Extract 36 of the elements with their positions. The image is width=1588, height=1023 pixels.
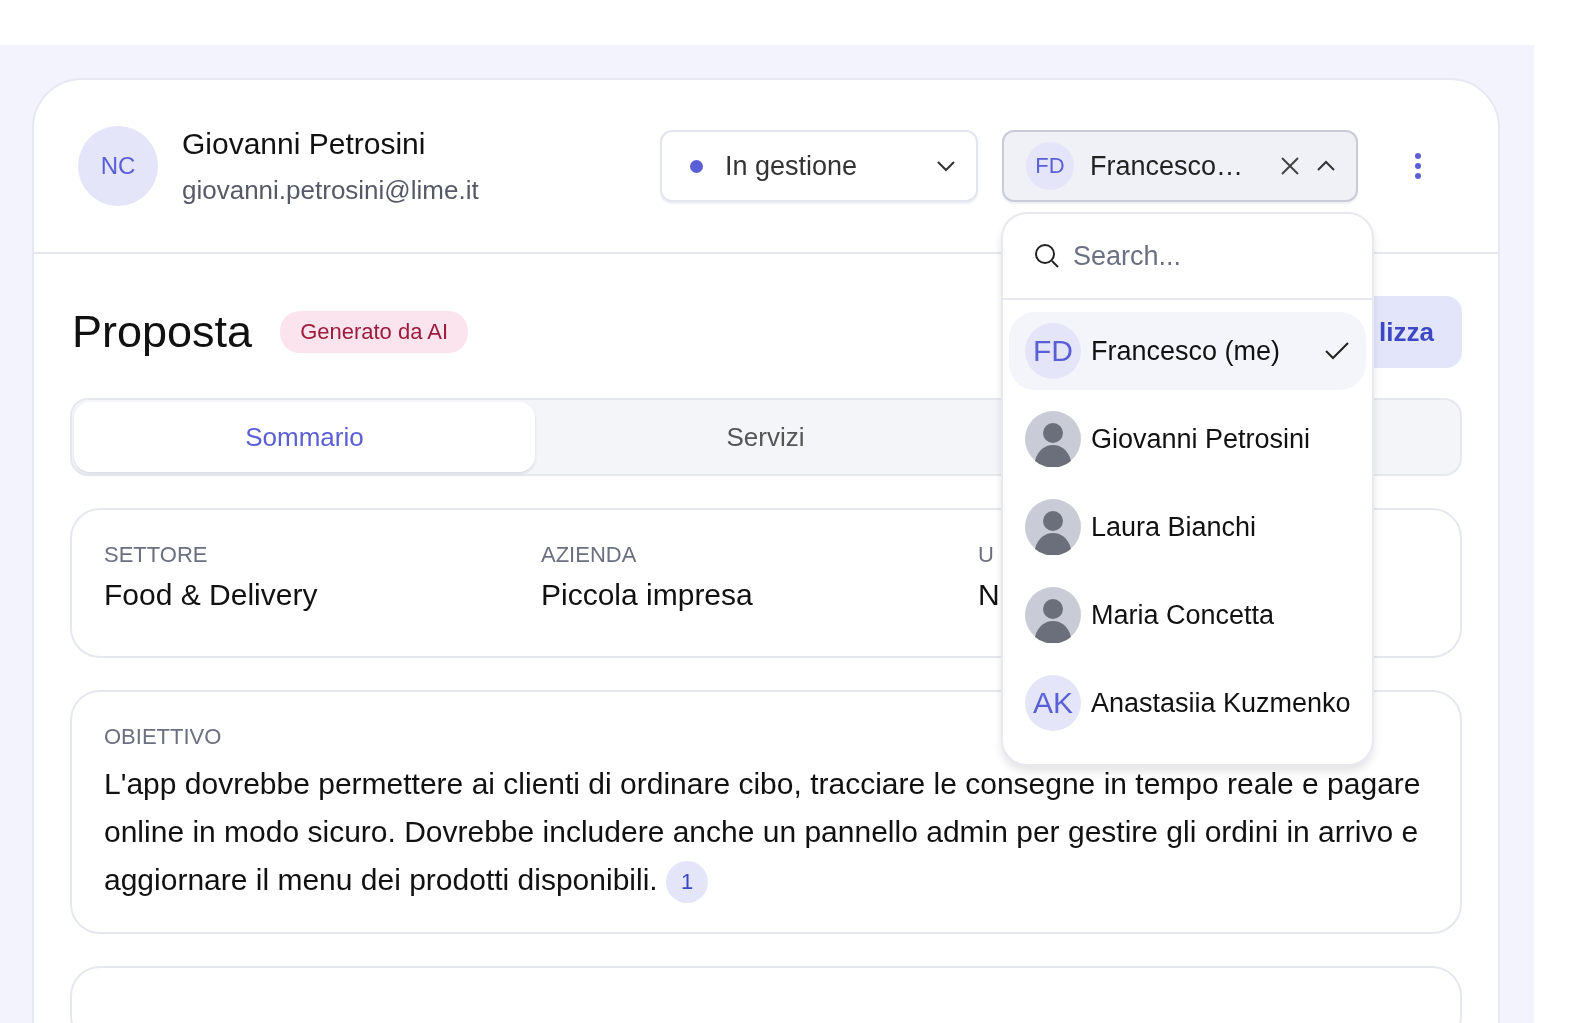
field-label: OBIETTIVO <box>104 724 223 750</box>
more-icon[interactable] <box>1414 152 1422 180</box>
ai-badge: Generato da AI <box>280 311 469 353</box>
section-title: Proposta <box>72 306 253 358</box>
field-value: Food & Delivery <box>104 578 319 612</box>
chevron-down-icon <box>936 160 956 172</box>
user-option[interactable]: Giovanni Petrosini <box>1009 400 1366 478</box>
contact-name: Giovanni Petrosini <box>182 126 427 161</box>
field-value: Piccola impresa <box>541 578 754 612</box>
contact-avatar: NC <box>78 126 158 206</box>
user-option[interactable]: Laura Bianchi <box>1009 488 1366 566</box>
assignee-select[interactable]: FD Francesco… <box>1002 130 1358 202</box>
user-option[interactable]: Maria Concetta <box>1009 576 1366 654</box>
tab[interactable]: Sommario <box>74 402 535 472</box>
field-label: U <box>978 542 995 568</box>
field-label: AZIENDA <box>541 542 638 568</box>
check-icon <box>1324 341 1350 361</box>
user-avatar: AK <box>1025 675 1081 731</box>
contact-email: giovanni.petrosini@lime.it <box>182 174 479 206</box>
assignee-avatar: FD <box>1026 142 1074 190</box>
user-option[interactable]: FD Francesco (me) <box>1009 312 1366 390</box>
reference-badge[interactable]: 1 <box>666 861 708 904</box>
clear-icon[interactable] <box>1280 156 1300 176</box>
objective-text: L'app dovrebbe permettere ai clienti di ordinare cibo, tracciare le consegne in tempo reale e pagare online in modo sicuro. Dovrebbe includere anche un pannello admin per gestire gli ordini in arrivo e aggiornare il menu dei prodotti disponibili. 1 <box>104 760 1428 904</box>
user-avatar: FD <box>1025 323 1081 379</box>
field-label: SETTORE <box>104 542 209 568</box>
avatar-icon <box>1025 411 1081 467</box>
field-value: N <box>978 578 1001 612</box>
user-option[interactable]: AK Anastasiia Kuzmenko <box>1009 664 1366 742</box>
tab[interactable]: Servizi <box>535 402 996 472</box>
chevron-up-icon <box>1316 160 1336 172</box>
search-icon <box>1033 242 1061 270</box>
avatar-icon <box>1025 499 1081 555</box>
avatar-icon <box>1025 587 1081 643</box>
search-field[interactable]: Search... <box>1071 239 1325 273</box>
status-select[interactable]: In gestione <box>660 130 978 202</box>
